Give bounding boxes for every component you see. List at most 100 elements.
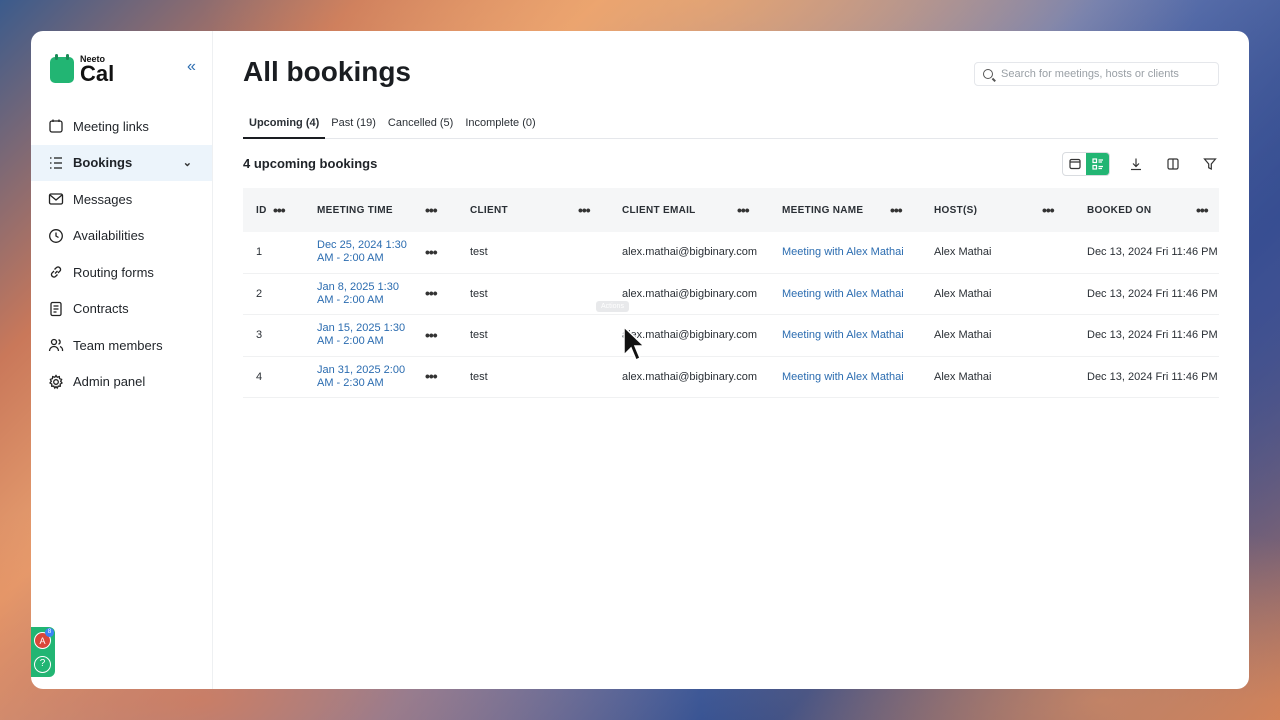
sidebar-item-admin-panel[interactable]: Admin panel <box>31 364 212 401</box>
tab-upcoming[interactable]: Upcoming (4) <box>243 109 326 139</box>
cell-client-email: alex.mathai@bigbinary.com <box>622 246 758 259</box>
cell-meeting-time[interactable]: Dec 25, 2024 1:30 AM - 2:00 AM ••• <box>304 232 457 274</box>
app-window: Neeto Cal « Meeting links Bookings ⌄ Mes… <box>31 31 1249 689</box>
actions-tooltip: Actions <box>596 301 629 312</box>
gear-icon <box>48 374 64 390</box>
clock-icon <box>48 228 64 244</box>
download-button[interactable] <box>1124 152 1147 176</box>
table-toolbar <box>1062 152 1221 176</box>
sidebar-item-bookings[interactable]: Bookings ⌄ <box>31 144 212 181</box>
column-menu-icon[interactable]: ••• <box>273 202 286 218</box>
sidebar-item-messages[interactable]: Messages <box>31 181 212 218</box>
row-actions-icon[interactable]: ••• <box>425 328 438 342</box>
sidebar-item-label: Team members <box>73 337 163 353</box>
cell-client: test <box>470 246 488 259</box>
chevron-down-icon[interactable]: ⌄ <box>183 156 192 169</box>
calendar-icon <box>1068 158 1081 170</box>
column-header-meeting-name: MEETING NAME ••• <box>782 202 903 218</box>
list-view-icon <box>1091 158 1103 170</box>
cell-meeting-time[interactable]: Jan 8, 2025 1:30 AM - 2:00 AM ••• <box>304 273 457 315</box>
column-header-booked-on: BOOKED ON ••• <box>1087 202 1209 218</box>
filter-icon <box>1202 158 1217 170</box>
users-icon <box>48 337 64 353</box>
column-menu-icon[interactable]: ••• <box>890 202 903 218</box>
sidebar-item-meeting-links[interactable]: Meeting links <box>31 108 212 145</box>
sidebar-item-routing-forms[interactable]: Routing forms <box>31 254 212 291</box>
collapse-sidebar-icon[interactable]: « <box>187 58 196 76</box>
cell-client: test <box>470 370 488 383</box>
column-menu-icon[interactable]: ••• <box>1042 202 1055 218</box>
column-header-hosts: HOST(S) ••• <box>934 202 1055 218</box>
cell-meeting-name[interactable]: Meeting with Alex Mathai <box>769 273 921 315</box>
bookings-table: ID ••• MEETING TIME ••• CLIENT ••• CLIENT E… <box>243 188 1219 398</box>
cell-id: 1 <box>256 246 263 259</box>
cell-id: 2 <box>256 287 263 300</box>
cell-booked-on: Dec 13, 2024 Fri 11:46 PM <box>1087 370 1218 383</box>
cell-id: 4 <box>256 370 263 383</box>
column-menu-icon[interactable]: ••• <box>737 202 750 218</box>
search-placeholder: Search for meetings, hosts or clients <box>1001 68 1179 80</box>
cell-host: Alex Mathai <box>934 287 992 300</box>
table-row[interactable]: 1 Dec 25, 2024 1:30 AM - 2:00 AM ••• test… <box>243 232 1219 274</box>
sidebar-item-label: Contracts <box>73 301 129 317</box>
cell-meeting-time[interactable]: Jan 15, 2025 1:30 AM - 2:00 AM ••• <box>304 315 457 357</box>
cell-host: Alex Mathai <box>934 246 992 259</box>
table-row[interactable]: 4 Jan 31, 2025 2:00 AM - 2:30 AM ••• test… <box>243 356 1219 398</box>
column-header-id: ID ••• <box>256 202 286 218</box>
column-menu-icon[interactable]: ••• <box>578 202 591 218</box>
search-input[interactable]: Search for meetings, hosts or clients <box>974 62 1219 86</box>
sidebar-item-label: Bookings <box>73 155 133 171</box>
bookings-count: 4 upcoming bookings <box>243 156 378 171</box>
column-header-meeting-time: MEETING TIME ••• <box>317 202 438 218</box>
calendar-view-button[interactable] <box>1063 153 1086 175</box>
bottom-utility-bar: A 8 ? <box>31 627 55 677</box>
cell-meeting-time[interactable]: Jan 31, 2025 2:00 AM - 2:30 AM ••• <box>304 356 457 398</box>
column-header-client: CLIENT ••• <box>470 202 591 218</box>
sidebar-item-label: Routing forms <box>73 264 154 280</box>
cell-meeting-name[interactable]: Meeting with Alex Mathai <box>769 356 921 398</box>
booking-tabs: Upcoming (4) Past (19) Cancelled (5) Inc… <box>243 109 1218 139</box>
cell-meeting-name[interactable]: Meeting with Alex Mathai <box>769 232 921 274</box>
help-icon[interactable]: ? <box>34 656 51 673</box>
calendar-icon <box>48 118 64 134</box>
sidebar-nav: Meeting links Bookings ⌄ Messages Availa… <box>31 108 212 400</box>
list-view-button[interactable] <box>1086 153 1109 175</box>
sidebar-item-team-members[interactable]: Team members <box>31 327 212 364</box>
notification-badge: 8 <box>45 628 54 637</box>
column-menu-icon[interactable]: ••• <box>425 202 438 218</box>
main-content: All bookings Search for meetings, hosts … <box>213 31 1249 689</box>
sidebar-item-contracts[interactable]: Contracts <box>31 291 212 328</box>
list-icon <box>48 155 64 171</box>
column-header-client-email: CLIENT EMAIL ••• <box>622 202 750 218</box>
tab-incomplete[interactable]: Incomplete (0) <box>459 109 541 139</box>
tab-cancelled[interactable]: Cancelled (5) <box>382 109 459 139</box>
cell-client: test <box>470 329 488 342</box>
cell-booked-on: Dec 13, 2024 Fri 11:46 PM <box>1087 287 1218 300</box>
document-icon <box>48 301 64 317</box>
row-actions-icon[interactable]: ••• <box>425 369 438 383</box>
sidebar-item-availabilities[interactable]: Availabilities <box>31 218 212 255</box>
logo-calendar-icon <box>50 54 74 83</box>
app-logo[interactable]: Neeto Cal <box>50 54 115 86</box>
row-actions-icon[interactable]: ••• <box>425 245 438 259</box>
column-menu-icon[interactable]: ••• <box>1196 202 1209 218</box>
tab-past[interactable]: Past (19) <box>325 109 382 139</box>
cell-client: test <box>470 287 488 300</box>
sidebar-item-label: Availabilities <box>73 228 145 244</box>
filter-button[interactable] <box>1198 152 1221 176</box>
cell-id: 3 <box>256 329 263 342</box>
download-icon <box>1130 158 1141 171</box>
mail-icon <box>48 191 64 207</box>
table-row[interactable]: 3 Jan 15, 2025 1:30 AM - 2:00 AM ••• test… <box>243 315 1219 357</box>
logo-product: Cal <box>80 61 115 86</box>
link-icon <box>48 264 64 280</box>
row-actions-icon[interactable]: ••• <box>425 286 438 300</box>
sidebar-item-label: Messages <box>73 191 133 207</box>
cell-host: Alex Mathai <box>934 370 992 383</box>
cell-meeting-name[interactable]: Meeting with Alex Mathai <box>769 315 921 357</box>
columns-button[interactable] <box>1161 152 1184 176</box>
table-row[interactable]: 2 Jan 8, 2025 1:30 AM - 2:00 AM ••• test … <box>243 273 1219 315</box>
search-icon <box>983 69 993 79</box>
cell-booked-on: Dec 13, 2024 Fri 11:46 PM <box>1087 246 1218 259</box>
table-header: ID ••• MEETING TIME ••• CLIENT ••• CLIENT E… <box>243 188 1219 232</box>
